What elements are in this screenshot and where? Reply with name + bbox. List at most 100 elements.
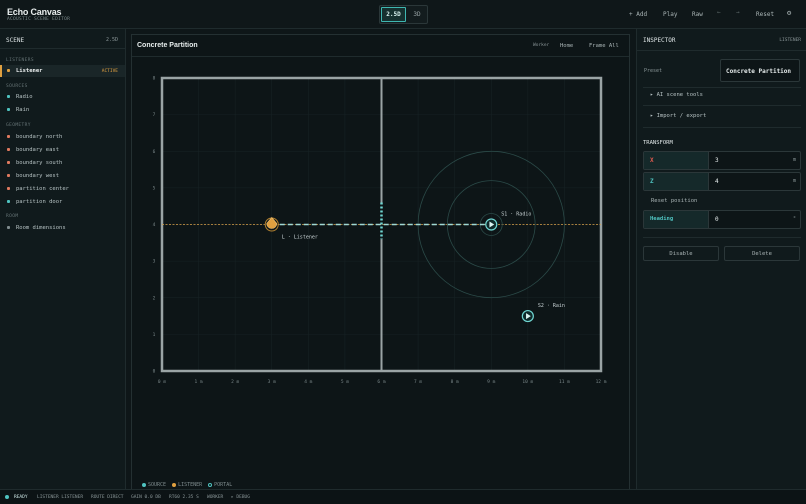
portal-dot-icon <box>7 200 10 203</box>
add-button[interactable]: + Add <box>629 11 647 18</box>
raw-button[interactable]: Raw <box>692 11 703 18</box>
z-tick-label: 5 <box>153 185 156 191</box>
settings-icon[interactable]: ⚙ <box>787 9 791 17</box>
heading-field-unit: ° <box>792 216 796 222</box>
listener-label[interactable]: L · Listener <box>282 235 318 241</box>
scene-panel: SCENE 2.5D LISTENERS Listener ACTIVE SOU… <box>0 29 126 489</box>
inspector-panel: INSPECTOR LISTENER Preset Concrete Parti… <box>636 29 806 489</box>
x-tick-label: 10 m <box>522 379 533 385</box>
preset-value: Concrete Partition <box>726 68 792 75</box>
undo-icon[interactable]: ← <box>717 9 721 16</box>
delete-button[interactable]: Delete <box>724 246 800 261</box>
heading-field-value[interactable]: 0 <box>715 216 719 223</box>
import-export-toggle[interactable]: ▸ Import / export <box>650 113 706 119</box>
status-ready: READY <box>14 495 28 500</box>
tree-item-boundary-east[interactable]: boundary east <box>0 144 125 156</box>
tree-item-label: partition center <box>16 186 69 192</box>
source-dot-icon <box>7 95 10 98</box>
status-listener: LISTENER LISTENER <box>37 495 84 500</box>
tree-item-boundary-north[interactable]: boundary north <box>0 131 125 143</box>
x-tick-label: 2 m <box>231 379 239 385</box>
z-field-value[interactable]: 4 <box>715 178 719 185</box>
divider <box>643 127 801 128</box>
z-field[interactable]: Z 4 m <box>643 172 801 191</box>
tree-item-label: boundary east <box>16 147 60 153</box>
legend-portal: PORTAL <box>208 482 232 488</box>
inspector-target: LISTENER <box>779 38 801 43</box>
room-plan-canvas[interactable]: 0 m1 m2 m3 m4 m5 m6 m7 m8 m9 m 10 m 11 m 12… <box>132 35 629 491</box>
z-field-label: Z <box>650 178 654 185</box>
z-field-label-box: Z <box>644 173 709 190</box>
reset-position-button[interactable]: Reset position <box>651 198 697 204</box>
legend-source: SOURCE <box>142 482 166 488</box>
source-label[interactable]: S2 · Rain <box>538 303 565 309</box>
debug-toggle[interactable]: ▸ DEBUG <box>231 495 250 500</box>
group-label-room: ROOM <box>6 214 19 219</box>
legend-label: SOURCE <box>148 482 167 488</box>
x-tick-label: 3 m <box>268 379 276 385</box>
x-tick-label: 4 m <box>304 379 312 385</box>
heading-field-label: Heading <box>650 216 674 222</box>
status-rt60: RT60 2.35 S <box>169 495 199 500</box>
group-label-geometry: GEOMETRY <box>6 123 31 128</box>
reset-button[interactable]: Reset <box>756 11 774 18</box>
divider <box>643 105 801 106</box>
preset-label: Preset <box>644 68 663 74</box>
disable-button[interactable]: Disable <box>643 246 719 261</box>
active-badge: ACTIVE <box>101 68 118 74</box>
x-tick-label: 1 m <box>195 379 203 385</box>
tree-item-boundary-south[interactable]: boundary south <box>0 157 125 169</box>
inspector-title: INSPECTOR <box>643 37 676 44</box>
tree-item-room-dimensions[interactable]: Room dimensions <box>0 222 125 234</box>
scene-title: SCENE <box>6 37 25 44</box>
ai-scene-tools-toggle[interactable]: ▸ AI scene tools <box>650 92 703 98</box>
app-title: Echo Canvas <box>7 7 62 17</box>
source-legend-icon <box>142 483 146 487</box>
status-gain: GAIN 0.0 DB <box>131 495 161 500</box>
inspector-header: INSPECTOR LISTENER <box>637 29 806 51</box>
heading-field-label-box: Heading <box>644 211 709 228</box>
divider <box>643 87 801 88</box>
play-button[interactable]: Play <box>663 11 677 18</box>
z-tick-label: 8 <box>153 76 156 82</box>
redo-icon[interactable]: → <box>736 9 740 16</box>
group-label-listeners: LISTENERS <box>6 58 34 63</box>
x-field-unit: m <box>792 157 796 163</box>
tree-item-boundary-west[interactable]: boundary west <box>0 170 125 182</box>
x-tick-label: 5 m <box>341 379 349 385</box>
tree-item-partition-door[interactable]: partition door <box>0 196 125 208</box>
tree-item-radio[interactable]: Radio <box>0 91 125 103</box>
heading-field[interactable]: Heading 0 ° <box>643 210 801 229</box>
x-field-value[interactable]: 3 <box>715 157 719 164</box>
status-bar: READY LISTENER LISTENER ROUTE DIRECT GAI… <box>0 489 806 504</box>
status-worker: WORKER <box>207 495 224 500</box>
group-label-sources: SOURCES <box>6 84 28 89</box>
wall-dot-icon <box>7 161 10 164</box>
room-dot-icon <box>7 226 10 229</box>
app-subtitle: ACOUSTIC SCENE EDITOR <box>7 17 71 22</box>
x-tick-label: 12 m <box>596 379 607 385</box>
tree-item-listener[interactable]: Listener ACTIVE <box>0 65 125 77</box>
x-tick-label: 6 m <box>377 379 385 385</box>
view-3d-button[interactable]: 3D <box>407 7 427 22</box>
x-tick-label: 0 m <box>158 379 166 385</box>
wall-dot-icon <box>7 187 10 190</box>
listener-dot-icon <box>7 69 10 72</box>
tree-item-rain[interactable]: Rain <box>0 104 125 116</box>
wall-dot-icon <box>7 148 10 151</box>
preset-select[interactable]: Concrete Partition <box>720 59 800 82</box>
source-label[interactable]: S1 · Radio <box>501 212 531 218</box>
z-tick-label: 1 <box>153 332 156 338</box>
z-tick-label: 7 <box>153 112 156 118</box>
scene-viewport: Concrete Partition Worker Home Frame All… <box>131 34 630 492</box>
tree-item-partition-center[interactable]: partition center <box>0 183 125 195</box>
ready-indicator-icon <box>5 495 9 499</box>
z-tick-label: 6 <box>153 149 156 155</box>
tree-item-label: Radio <box>16 94 33 100</box>
view-2-5d-button[interactable]: 2.5D <box>381 7 406 22</box>
portal-legend-icon <box>208 483 213 487</box>
wall-dot-icon <box>7 135 10 138</box>
listener-legend-icon <box>172 483 177 487</box>
x-field[interactable]: X 3 m <box>643 151 801 170</box>
legend-listener: LISTENER <box>172 482 202 488</box>
